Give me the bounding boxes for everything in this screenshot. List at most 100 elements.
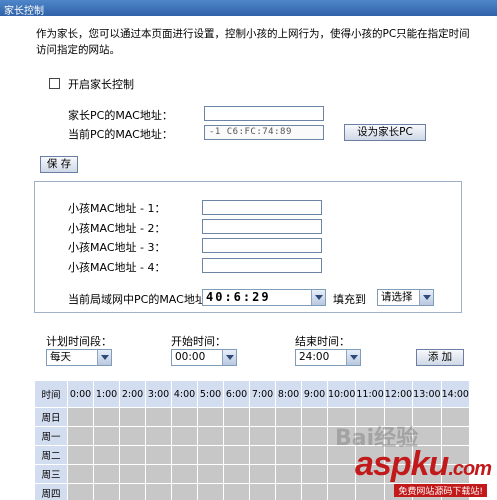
schedule-cell[interactable] <box>326 464 357 484</box>
lan-mac-select[interactable]: 40:6:29 <box>202 289 326 306</box>
schedule-hour-header: 4:00 <box>171 380 198 408</box>
child-mac-input-4[interactable] <box>202 258 322 273</box>
chevron-down-icon <box>97 350 111 365</box>
schedule-cell[interactable] <box>197 426 224 446</box>
schedule-period-value: 每天 <box>50 351 71 363</box>
schedule-hour-header: 9:00 <box>301 380 328 408</box>
child-mac-input-2[interactable] <box>202 219 322 234</box>
child-mac-input-1[interactable] <box>202 200 322 215</box>
aspku-tagline: 免费网站源码下载站! <box>394 484 487 497</box>
schedule-hour-header: 3:00 <box>145 380 172 408</box>
schedule-cell[interactable] <box>223 464 250 484</box>
parent-pc-mac-input[interactable] <box>204 106 324 121</box>
set-parent-pc-button[interactable]: 设为家长PC <box>344 124 426 141</box>
schedule-day-label: 周三 <box>34 464 68 484</box>
schedule-cell[interactable] <box>119 483 146 500</box>
schedule-cell[interactable] <box>223 407 250 427</box>
schedule-cell[interactable] <box>67 445 94 465</box>
schedule-cell[interactable] <box>275 464 302 484</box>
schedule-cell[interactable] <box>197 445 224 465</box>
schedule-cell[interactable] <box>67 407 94 427</box>
enable-parental-control-checkbox[interactable] <box>49 78 60 89</box>
schedule-day-label: 周一 <box>34 426 68 446</box>
schedule-cell[interactable] <box>197 407 224 427</box>
schedule-cell[interactable] <box>249 483 276 500</box>
schedule-cell[interactable] <box>67 426 94 446</box>
schedule-cell[interactable] <box>223 426 250 446</box>
schedule-cell[interactable] <box>171 445 198 465</box>
schedule-cell[interactable] <box>301 483 328 500</box>
fill-to-select[interactable]: 请选择 <box>377 289 434 306</box>
chevron-down-icon <box>222 350 236 365</box>
child-mac-input-3[interactable] <box>202 238 322 253</box>
schedule-cell[interactable] <box>171 483 198 500</box>
add-schedule-button[interactable]: 添 加 <box>416 349 464 366</box>
schedule-cell[interactable] <box>171 426 198 446</box>
aspku-logo-b: ku <box>410 445 450 483</box>
schedule-cell[interactable] <box>326 483 357 500</box>
schedule-cell[interactable] <box>171 407 198 427</box>
schedule-cell[interactable] <box>119 464 146 484</box>
schedule-cell[interactable] <box>355 483 385 500</box>
schedule-cell[interactable] <box>223 483 250 500</box>
schedule-cell[interactable] <box>440 407 470 427</box>
schedule-cell[interactable] <box>93 445 120 465</box>
schedule-cell[interactable] <box>301 464 328 484</box>
schedule-cell[interactable] <box>301 426 328 446</box>
fill-to-label: 填充到 <box>333 293 366 306</box>
schedule-cell[interactable] <box>119 445 146 465</box>
end-time-label: 结束时间： <box>295 335 350 348</box>
schedule-cell[interactable] <box>275 483 302 500</box>
schedule-header-row: 时间 0:00 1:00 2:00 3:00 4:00 5:00 6:00 7:00 8:00 9:… <box>34 380 470 408</box>
schedule-cell[interactable] <box>93 464 120 484</box>
current-pc-mac-value: -1 C6:FC:74:89 <box>204 125 324 140</box>
start-time-select[interactable]: 00:00 <box>171 349 237 366</box>
aspku-logo-c: .com <box>448 458 492 480</box>
schedule-cell[interactable] <box>301 407 328 427</box>
window-title: 家长控制 <box>0 0 497 17</box>
schedule-cell[interactable] <box>67 464 94 484</box>
schedule-hour-header: 7:00 <box>249 380 276 408</box>
schedule-hour-header: 12:00 <box>383 380 414 408</box>
schedule-cell[interactable] <box>275 407 302 427</box>
end-time-value: 24:00 <box>299 351 330 363</box>
schedule-cell[interactable] <box>93 483 120 500</box>
schedule-cell[interactable] <box>171 464 198 484</box>
schedule-cell[interactable] <box>197 464 224 484</box>
schedule-cell[interactable] <box>119 407 146 427</box>
child-mac-label-3: 小孩MAC地址 - 3： <box>68 241 166 254</box>
schedule-cell[interactable] <box>145 407 172 427</box>
save-button[interactable]: 保 存 <box>40 156 78 173</box>
schedule-cell[interactable] <box>93 407 120 427</box>
schedule-hour-header: 14:00 <box>440 380 470 408</box>
fill-to-select-value: 请选择 <box>381 291 413 303</box>
schedule-cell[interactable] <box>223 445 250 465</box>
child-mac-label-1: 小孩MAC地址 - 1： <box>68 202 166 215</box>
schedule-hour-header: 2:00 <box>119 380 146 408</box>
schedule-cell[interactable] <box>440 426 470 446</box>
schedule-cell[interactable] <box>249 445 276 465</box>
schedule-cell[interactable] <box>67 483 94 500</box>
schedule-cell[interactable] <box>249 464 276 484</box>
schedule-cell[interactable] <box>275 445 302 465</box>
schedule-cell[interactable] <box>249 426 276 446</box>
schedule-hour-header: 11:00 <box>355 380 385 408</box>
schedule-cell[interactable] <box>301 445 328 465</box>
current-pc-mac-label: 当前PC的MAC地址： <box>68 128 173 141</box>
schedule-day-label: 周日 <box>34 407 68 427</box>
schedule-hour-header: 1:00 <box>93 380 120 408</box>
schedule-cell[interactable] <box>197 483 224 500</box>
schedule-cell[interactable] <box>275 426 302 446</box>
schedule-cell[interactable] <box>145 426 172 446</box>
schedule-period-select[interactable]: 每天 <box>46 349 112 366</box>
schedule-cell[interactable] <box>93 426 120 446</box>
schedule-cell[interactable] <box>145 464 172 484</box>
end-time-select[interactable]: 24:00 <box>295 349 361 366</box>
schedule-cell[interactable] <box>119 426 146 446</box>
chevron-down-icon <box>311 290 325 305</box>
schedule-cell[interactable] <box>249 407 276 427</box>
schedule-cell[interactable] <box>145 445 172 465</box>
schedule-day-label: 周二 <box>34 445 68 465</box>
schedule-cell[interactable] <box>145 483 172 500</box>
schedule-hour-header: 5:00 <box>197 380 224 408</box>
